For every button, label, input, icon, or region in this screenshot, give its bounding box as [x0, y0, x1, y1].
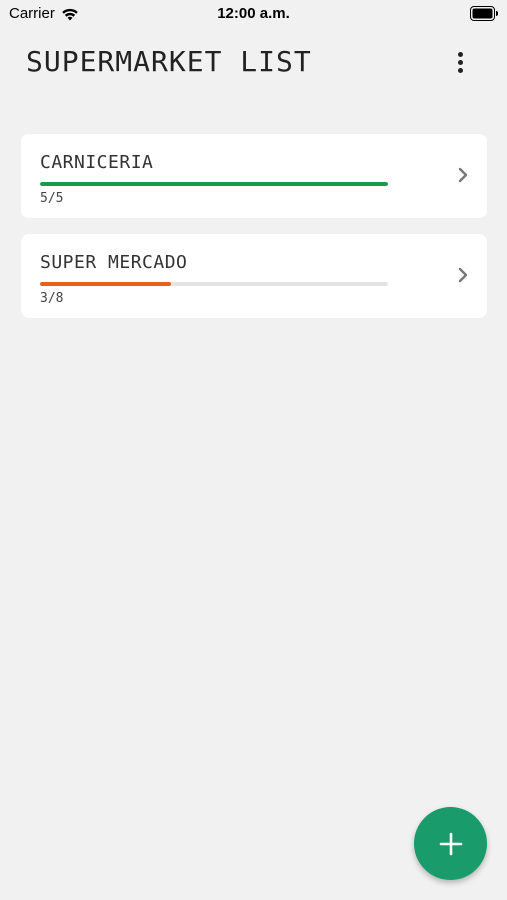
list-item-count: 5/5 — [40, 191, 64, 206]
more-options-button[interactable] — [448, 48, 472, 76]
status-bar: Carrier 12:00 a.m. — [0, 0, 507, 28]
list-item-count: 3/8 — [40, 291, 64, 306]
battery-icon — [470, 6, 498, 21]
list-progress-fill — [40, 182, 388, 186]
chevron-right-icon — [458, 267, 468, 283]
list-card-title: SUPER MERCADO — [40, 252, 188, 273]
add-list-button[interactable] — [414, 807, 487, 880]
list-progress-bar — [40, 182, 388, 186]
list-progress-bar — [40, 282, 388, 286]
list-card-carniceria[interactable]: CARNICERIA 5/5 — [21, 134, 487, 218]
page-title: SUPERMARKET LIST — [26, 45, 312, 78]
plus-icon — [439, 832, 462, 855]
status-time: 12:00 a.m. — [217, 5, 290, 22]
more-vertical-icon — [457, 51, 463, 57]
list-progress-fill — [40, 282, 171, 286]
list-card-title: CARNICERIA — [40, 152, 154, 173]
list-card-super-mercado[interactable]: SUPER MERCADO 3/8 — [21, 234, 487, 318]
chevron-right-icon — [458, 167, 468, 183]
